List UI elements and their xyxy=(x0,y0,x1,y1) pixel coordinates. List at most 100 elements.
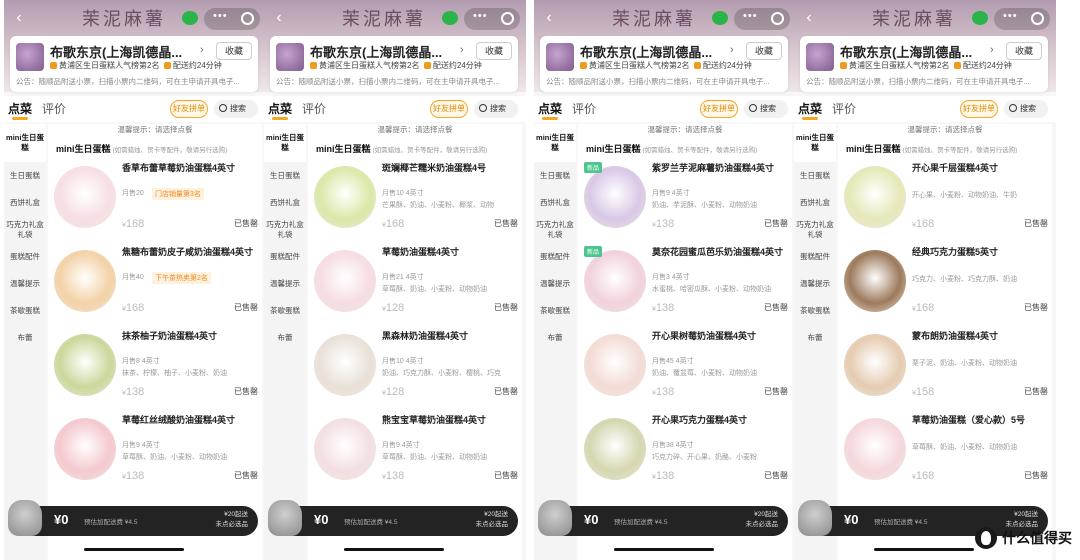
shop-notice[interactable]: 公告：随顺品附送小票，扫描小票内二维码，可在主申请开具电子... xyxy=(546,76,786,87)
cart-bar[interactable]: ¥0 预估加配送费 ¥4.5 ¥20起送 未点必选品 xyxy=(8,500,258,536)
cake-image[interactable] xyxy=(584,418,646,480)
side-category-item[interactable]: 布蕾 xyxy=(4,324,46,351)
cake-image[interactable] xyxy=(584,250,646,312)
side-category-item[interactable]: 茶歇蛋糕 xyxy=(264,297,306,324)
cake-image[interactable] xyxy=(844,334,906,396)
wechat-icon[interactable] xyxy=(712,11,728,25)
side-category-item[interactable]: mini生日蛋糕 xyxy=(4,124,46,162)
menu-item[interactable]: 开心果树莓奶油蛋糕4英寸 月售45 4英寸 奶油、覆盆莓、小麦粉、动物奶油 ¥1… xyxy=(578,328,792,410)
group-order-button[interactable]: 好友拼单 xyxy=(960,100,998,118)
group-order-button[interactable]: 好友拼单 xyxy=(170,100,208,118)
favorite-button[interactable]: 收藏 xyxy=(1006,42,1042,60)
tab-review[interactable]: 评价 xyxy=(572,100,596,117)
side-category-item[interactable]: 温馨提示 xyxy=(4,270,46,297)
side-category-item[interactable]: 西饼礼盒 xyxy=(4,189,46,216)
cake-image[interactable] xyxy=(844,418,906,480)
menu-item[interactable]: 草莓奶油蛋糕4英寸 月售21 4英寸 草莓酥、奶油、小麦粉、动物奶油 ¥128 … xyxy=(308,244,522,326)
side-category-item[interactable]: 温馨提示 xyxy=(534,270,576,297)
cart-bar[interactable]: ¥0 预估加配送费 ¥4.5 ¥20起送 未点必选品 xyxy=(538,500,788,536)
side-category-item[interactable]: 生日蛋糕 xyxy=(264,162,306,189)
side-category-item[interactable]: 蛋糕配件 xyxy=(264,243,306,270)
cake-image[interactable] xyxy=(54,334,116,396)
menu-item[interactable]: 斑斓椰芒糯米奶油蛋糕4号 月售10 4英寸 芒果酥、奶油、小麦粉、椰浆、动物 ¥… xyxy=(308,160,522,242)
mini-program-capsule[interactable]: ••• xyxy=(994,8,1050,30)
shop-name[interactable]: 布歌东京(上海凯德晶... xyxy=(310,42,460,61)
side-category-item[interactable]: 茶歇蛋糕 xyxy=(4,297,46,324)
search-button[interactable]: 搜索 xyxy=(1004,100,1048,118)
chevron-right-icon[interactable]: › xyxy=(990,44,994,56)
menu-item[interactable]: 开心果巧克力蛋糕4英寸 月售38 4英寸 巧克力碎、开心果、奶酪、小麦粉 ¥13… xyxy=(578,412,792,494)
chevron-right-icon[interactable]: › xyxy=(200,44,204,56)
mini-program-capsule[interactable]: ••• xyxy=(734,8,790,30)
mini-program-capsule[interactable]: ••• xyxy=(204,8,260,30)
side-category-item[interactable]: 巧克力礼盒礼袋 xyxy=(264,216,306,243)
cake-image[interactable] xyxy=(54,166,116,228)
back-icon[interactable]: ‹ xyxy=(540,9,558,27)
side-category-item[interactable]: 蛋糕配件 xyxy=(794,243,836,270)
cake-image[interactable] xyxy=(844,250,906,312)
menu-item[interactable]: 草莓红丝绒酸奶油蛋糕4英寸 月售9 4英寸 草莓酥、奶油、小麦粉、动物奶油 ¥1… xyxy=(48,412,262,494)
close-target-icon[interactable] xyxy=(771,12,784,25)
side-category-item[interactable]: 西饼礼盒 xyxy=(534,189,576,216)
cake-image[interactable] xyxy=(314,166,376,228)
side-category-item[interactable]: 巧克力礼盒礼袋 xyxy=(4,216,46,243)
menu-item[interactable]: 熊宝宝草莓奶油蛋糕4英寸 月售9 4英寸 草莓酥、奶油、小麦粉、动物奶油 ¥13… xyxy=(308,412,522,494)
tab-order[interactable]: 点菜 xyxy=(538,100,562,120)
side-category-item[interactable]: 生日蛋糕 xyxy=(794,162,836,189)
search-button[interactable]: 搜索 xyxy=(214,100,258,118)
more-icon[interactable]: ••• xyxy=(743,10,758,22)
cake-image[interactable] xyxy=(844,166,906,228)
mini-program-capsule[interactable]: ••• xyxy=(464,8,520,30)
side-category-item[interactable]: 温馨提示 xyxy=(794,270,836,297)
side-category-item[interactable]: 生日蛋糕 xyxy=(4,162,46,189)
tab-order[interactable]: 点菜 xyxy=(798,100,822,120)
side-category-item[interactable]: 布蕾 xyxy=(534,324,576,351)
cart-mascot-icon[interactable] xyxy=(8,500,42,536)
side-category-item[interactable]: 西饼礼盒 xyxy=(794,189,836,216)
search-button[interactable]: 搜索 xyxy=(474,100,518,118)
more-icon[interactable]: ••• xyxy=(1003,10,1018,22)
side-category-item[interactable]: mini生日蛋糕 xyxy=(264,124,306,162)
cake-image[interactable] xyxy=(584,166,646,228)
cake-image[interactable] xyxy=(54,418,116,480)
group-order-button[interactable]: 好友拼单 xyxy=(700,100,738,118)
cart-mascot-icon[interactable] xyxy=(538,500,572,536)
more-icon[interactable]: ••• xyxy=(213,10,228,22)
side-category-item[interactable]: mini生日蛋糕 xyxy=(794,124,836,162)
tab-review[interactable]: 评价 xyxy=(832,100,856,117)
search-button[interactable]: 搜索 xyxy=(744,100,788,118)
side-category-item[interactable]: 茶歇蛋糕 xyxy=(534,297,576,324)
side-category-item[interactable]: 布蕾 xyxy=(264,324,306,351)
back-icon[interactable]: ‹ xyxy=(270,9,288,27)
side-category-item[interactable]: 蛋糕配件 xyxy=(534,243,576,270)
cake-image[interactable] xyxy=(54,250,116,312)
tab-review[interactable]: 评价 xyxy=(302,100,326,117)
menu-item[interactable]: 抹茶柚子奶油蛋糕4英寸 月售8 4英寸 抹茶、柠檬、柚子、小麦粉、奶油 ¥138… xyxy=(48,328,262,410)
back-icon[interactable]: ‹ xyxy=(800,9,818,27)
menu-item[interactable]: 新品 紫罗兰芋泥麻薯奶油蛋糕4英寸 月售9 4英寸 奶油、芋泥酥、小麦粉、动物奶… xyxy=(578,160,792,242)
cake-image[interactable] xyxy=(314,250,376,312)
shop-name[interactable]: 布歌东京(上海凯德晶... xyxy=(50,42,200,61)
side-category-item[interactable]: mini生日蛋糕 xyxy=(534,124,576,162)
side-category-item[interactable]: 巧克力礼盒礼袋 xyxy=(534,216,576,243)
side-category-item[interactable]: 西饼礼盒 xyxy=(264,189,306,216)
wechat-icon[interactable] xyxy=(442,11,458,25)
favorite-button[interactable]: 收藏 xyxy=(476,42,512,60)
favorite-button[interactable]: 收藏 xyxy=(216,42,252,60)
side-category-item[interactable]: 生日蛋糕 xyxy=(534,162,576,189)
shop-notice[interactable]: 公告：随顺品附送小票，扫描小票内二维码，可在主申请开具电子... xyxy=(806,76,1046,87)
chevron-right-icon[interactable]: › xyxy=(730,44,734,56)
side-category-item[interactable]: 茶歇蛋糕 xyxy=(794,297,836,324)
cake-image[interactable] xyxy=(314,418,376,480)
cake-image[interactable] xyxy=(314,334,376,396)
menu-item[interactable]: 经典巧克力蛋糕5英寸 巧克力、小麦粉、巧克力酥、奶油 ¥168 已售罄 xyxy=(838,244,1052,326)
wechat-icon[interactable] xyxy=(182,11,198,25)
tab-review[interactable]: 评价 xyxy=(42,100,66,117)
cart-mascot-icon[interactable] xyxy=(268,500,302,536)
tab-order[interactable]: 点菜 xyxy=(268,100,292,120)
side-category-item[interactable]: 蛋糕配件 xyxy=(4,243,46,270)
chevron-right-icon[interactable]: › xyxy=(460,44,464,56)
shop-notice[interactable]: 公告：随顺品附送小票，扫描小票内二维码，可在主申请开具电子... xyxy=(276,76,516,87)
back-icon[interactable]: ‹ xyxy=(10,9,28,27)
side-category-item[interactable]: 温馨提示 xyxy=(264,270,306,297)
